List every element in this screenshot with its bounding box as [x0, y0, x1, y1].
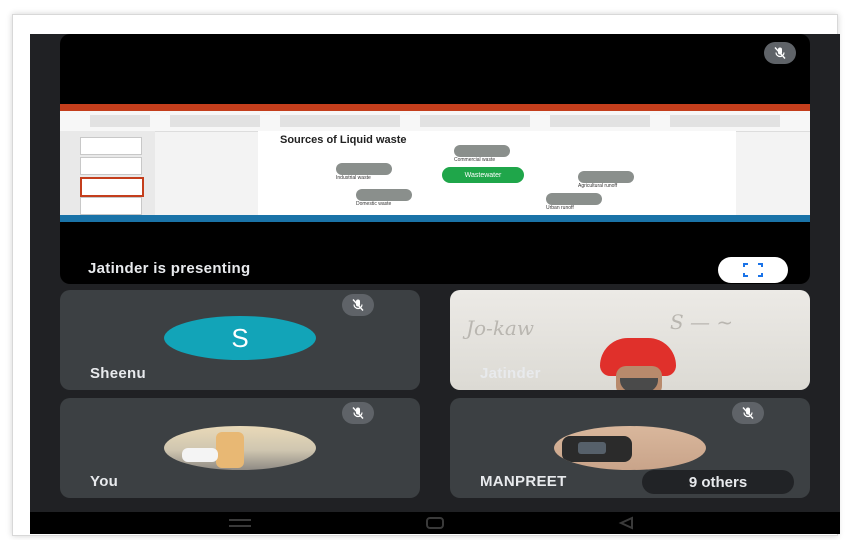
shared-screen: Sources of Liquid waste Wastewater Comme…	[60, 104, 810, 222]
mic-off-icon	[764, 42, 796, 64]
diagram-node: Agricultural runoff	[578, 171, 634, 189]
home-button[interactable]	[422, 516, 448, 534]
diagram-node-label: Urban runoff	[546, 205, 574, 211]
participant-name: Sheenu	[90, 365, 146, 382]
back-button[interactable]	[616, 516, 636, 534]
slide-thumbnails	[60, 131, 155, 215]
diagram-node-label: Industrial waste	[336, 175, 371, 181]
participant-tile-manpreet[interactable]: MANPREET 9 others	[450, 398, 810, 498]
windows-taskbar	[60, 215, 810, 222]
ppt-title-bar	[60, 104, 810, 111]
center-node: Wastewater	[442, 167, 524, 183]
others-button[interactable]: 9 others	[642, 470, 794, 494]
diagram-node-label: Commercial waste	[454, 157, 496, 163]
back-icon	[618, 516, 633, 530]
slide-thumbnail	[80, 197, 142, 215]
diagram-node: Industrial waste	[336, 163, 392, 181]
fullscreen-button[interactable]	[718, 257, 788, 283]
diagram-node: Commercial waste	[454, 145, 510, 163]
ppt-ribbon	[60, 111, 810, 132]
diagram-node-label: Agricultural runoff	[578, 183, 618, 189]
mic-off-icon	[342, 294, 374, 316]
participant-tile-sheenu[interactable]: S Sheenu	[60, 290, 420, 390]
slide-canvas: Sources of Liquid waste Wastewater Comme…	[258, 131, 736, 215]
presenting-label: Jatinder is presenting	[88, 260, 251, 277]
system-navigation-bar	[30, 512, 840, 534]
participant-tile-you[interactable]: You	[60, 398, 420, 498]
mic-off-icon	[732, 402, 764, 424]
slide-thumbnail	[80, 157, 142, 175]
diagram-node: Urban runoff	[546, 193, 602, 211]
fullscreen-icon	[743, 263, 763, 277]
avatar: S	[164, 316, 316, 360]
mic-off-icon	[342, 402, 374, 424]
recent-apps-icon	[229, 519, 251, 527]
slide-title: Sources of Liquid waste	[280, 134, 407, 146]
recent-apps-button[interactable]	[225, 516, 255, 534]
presentation-tile[interactable]: Sources of Liquid waste Wastewater Comme…	[60, 34, 810, 284]
participant-name: Jatinder	[480, 365, 541, 382]
home-icon	[426, 517, 444, 529]
participant-name: You	[90, 473, 119, 490]
slide-thumbnail	[80, 137, 142, 155]
meet-screen: Sources of Liquid waste Wastewater Comme…	[30, 34, 840, 534]
participant-tile-jatinder[interactable]: Jo-kaw S — ~ Jatinder	[450, 290, 810, 390]
diagram-node-label: Domestic waste	[356, 201, 392, 207]
slide-thumbnail-selected	[80, 177, 144, 197]
avatar-photo	[164, 426, 316, 470]
participant-name: MANPREET	[480, 473, 567, 490]
diagram-node: Domestic waste	[356, 189, 412, 207]
avatar-photo	[554, 426, 706, 470]
